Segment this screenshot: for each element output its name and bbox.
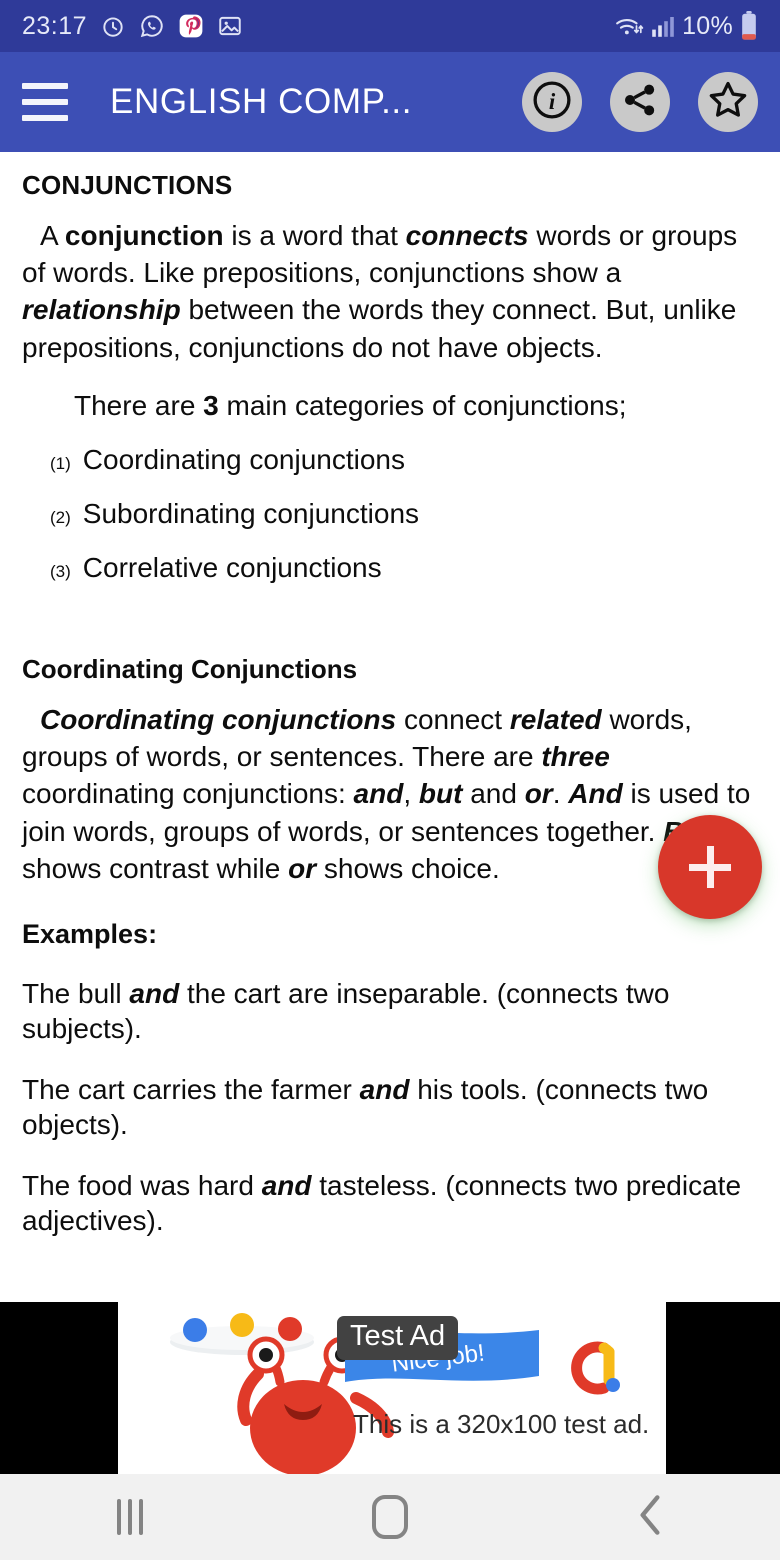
signal-bars-icon [651, 14, 675, 38]
home-icon [372, 1495, 408, 1539]
categories-text-c: main categories of conjunctions; [218, 389, 627, 421]
document-body: CONJUNCTIONS A conjunction is a word tha… [22, 152, 758, 1302]
list-item: (2) Subordinating conjunctions [22, 498, 758, 530]
share-icon [620, 80, 660, 125]
section-text-g: and [353, 778, 404, 810]
section-heading: Coordinating Conjunctions [22, 653, 358, 684]
section-text-c: related [509, 703, 602, 735]
status-time: 23:17 [22, 11, 88, 40]
battery-percent: 10% [682, 11, 733, 40]
list-item-label: Correlative conjunctions [82, 551, 382, 583]
intro-text-b: conjunction [64, 220, 224, 251]
list-item-marker: (1) [50, 453, 71, 473]
section-text-f: coordinating conjunctions: [22, 778, 354, 810]
list-item: (1) Coordinating conjunctions [22, 444, 758, 476]
list-item-label: Coordinating conjunctions [82, 443, 405, 475]
test-ad-badge: Test Ad [337, 1316, 459, 1360]
pinterest-icon [178, 13, 204, 39]
gallery-icon [217, 13, 243, 39]
categories-line: There are 3 main categories of conjuncti… [22, 390, 758, 422]
share-button[interactable] [610, 72, 670, 132]
intro-text-a: A [40, 220, 65, 251]
back-icon [633, 1493, 667, 1542]
add-button[interactable] [658, 815, 762, 919]
section-text-l: . [552, 778, 569, 810]
example1-keyword: and [129, 978, 180, 1010]
page-title: ENGLISH COMP... [110, 82, 413, 121]
section-text-b: connect [396, 703, 510, 735]
ad-banner[interactable]: Nice job! Test Ad This is a 320x100 test… [0, 1302, 780, 1474]
status-bar-right: 10% [614, 11, 758, 41]
document-content[interactable]: CONJUNCTIONS A conjunction is a word tha… [0, 152, 780, 1302]
section-text-m: And [568, 778, 623, 810]
section-text-j: and [462, 778, 525, 810]
document-heading: CONJUNCTIONS [22, 170, 233, 200]
recents-icon [117, 1499, 143, 1535]
example-line: The bull and the cart are inseparable. (… [22, 976, 758, 1046]
hamburger-menu-icon[interactable] [22, 83, 68, 121]
recents-button[interactable] [0, 1499, 260, 1535]
section-text-i: but [418, 778, 463, 810]
admob-logo [571, 1341, 620, 1395]
example-line: The cart carries the farmer and his tool… [22, 1072, 758, 1142]
section-text-e: three [541, 741, 610, 773]
example1-text-a: The bull [22, 978, 130, 1010]
example2-keyword: and [359, 1074, 410, 1106]
conjunction-types-list: (1) Coordinating conjunctions (2) Subordin… [22, 444, 758, 584]
section-text-p: shows contrast while [22, 852, 289, 884]
intro-text-f: relationship [22, 294, 181, 326]
ad-card[interactable]: Nice job! Test Ad This is a 320x100 test… [118, 1302, 666, 1474]
info-button[interactable]: i [522, 72, 582, 132]
section-text-r: shows choice. [316, 852, 500, 884]
example2-text-a: The cart carries the farmer [22, 1074, 360, 1106]
section-paragraph: Coordinating conjunctions connect relate… [22, 701, 758, 887]
phone-screen: 23:17 10% ENGLISH COMP... i CONJUNCTIONS… [0, 0, 780, 1560]
example3-keyword: and [261, 1170, 312, 1202]
app-toolbar: ENGLISH COMP... i [0, 52, 780, 152]
categories-text-a: There are [74, 389, 204, 421]
home-button[interactable] [260, 1495, 520, 1539]
example3-text-a: The food was hard [22, 1170, 262, 1202]
status-bar: 23:17 10% [0, 0, 780, 52]
wifi-icon [614, 13, 644, 39]
list-item-marker: (3) [50, 561, 71, 581]
list-item-marker: (2) [50, 507, 71, 527]
clock-alarm-icon [100, 13, 126, 39]
categories-count: 3 [203, 389, 219, 421]
intro-paragraph: A conjunction is a word that connects wo… [22, 217, 758, 366]
section-text-h: , [403, 778, 419, 810]
example-line: The food was hard and tasteless. (connec… [22, 1168, 758, 1238]
status-bar-left: 23:17 [22, 12, 243, 41]
list-item-label: Subordinating conjunctions [82, 497, 420, 529]
plus-icon-vertical [706, 846, 714, 888]
svg-text:i: i [549, 88, 556, 113]
favorite-button[interactable] [698, 72, 758, 132]
info-icon: i [530, 78, 574, 127]
section-text-k: or [524, 778, 553, 810]
star-icon [707, 79, 749, 126]
examples-heading: Examples: [22, 919, 158, 950]
ad-body-text: This is a 320x100 test ad. [353, 1409, 650, 1439]
toolbar-actions: i [522, 72, 758, 132]
list-item: (3) Correlative conjunctions [22, 552, 758, 584]
back-button[interactable] [520, 1493, 780, 1542]
battery-icon [740, 11, 758, 41]
navigation-bar [0, 1474, 780, 1560]
intro-text-c: is a word that [223, 220, 406, 251]
whatsapp-icon [139, 13, 165, 39]
intro-text-d: connects [405, 220, 529, 251]
section-text-a: Coordinating conjunctions [40, 703, 397, 735]
section-text-q: or [288, 852, 317, 884]
